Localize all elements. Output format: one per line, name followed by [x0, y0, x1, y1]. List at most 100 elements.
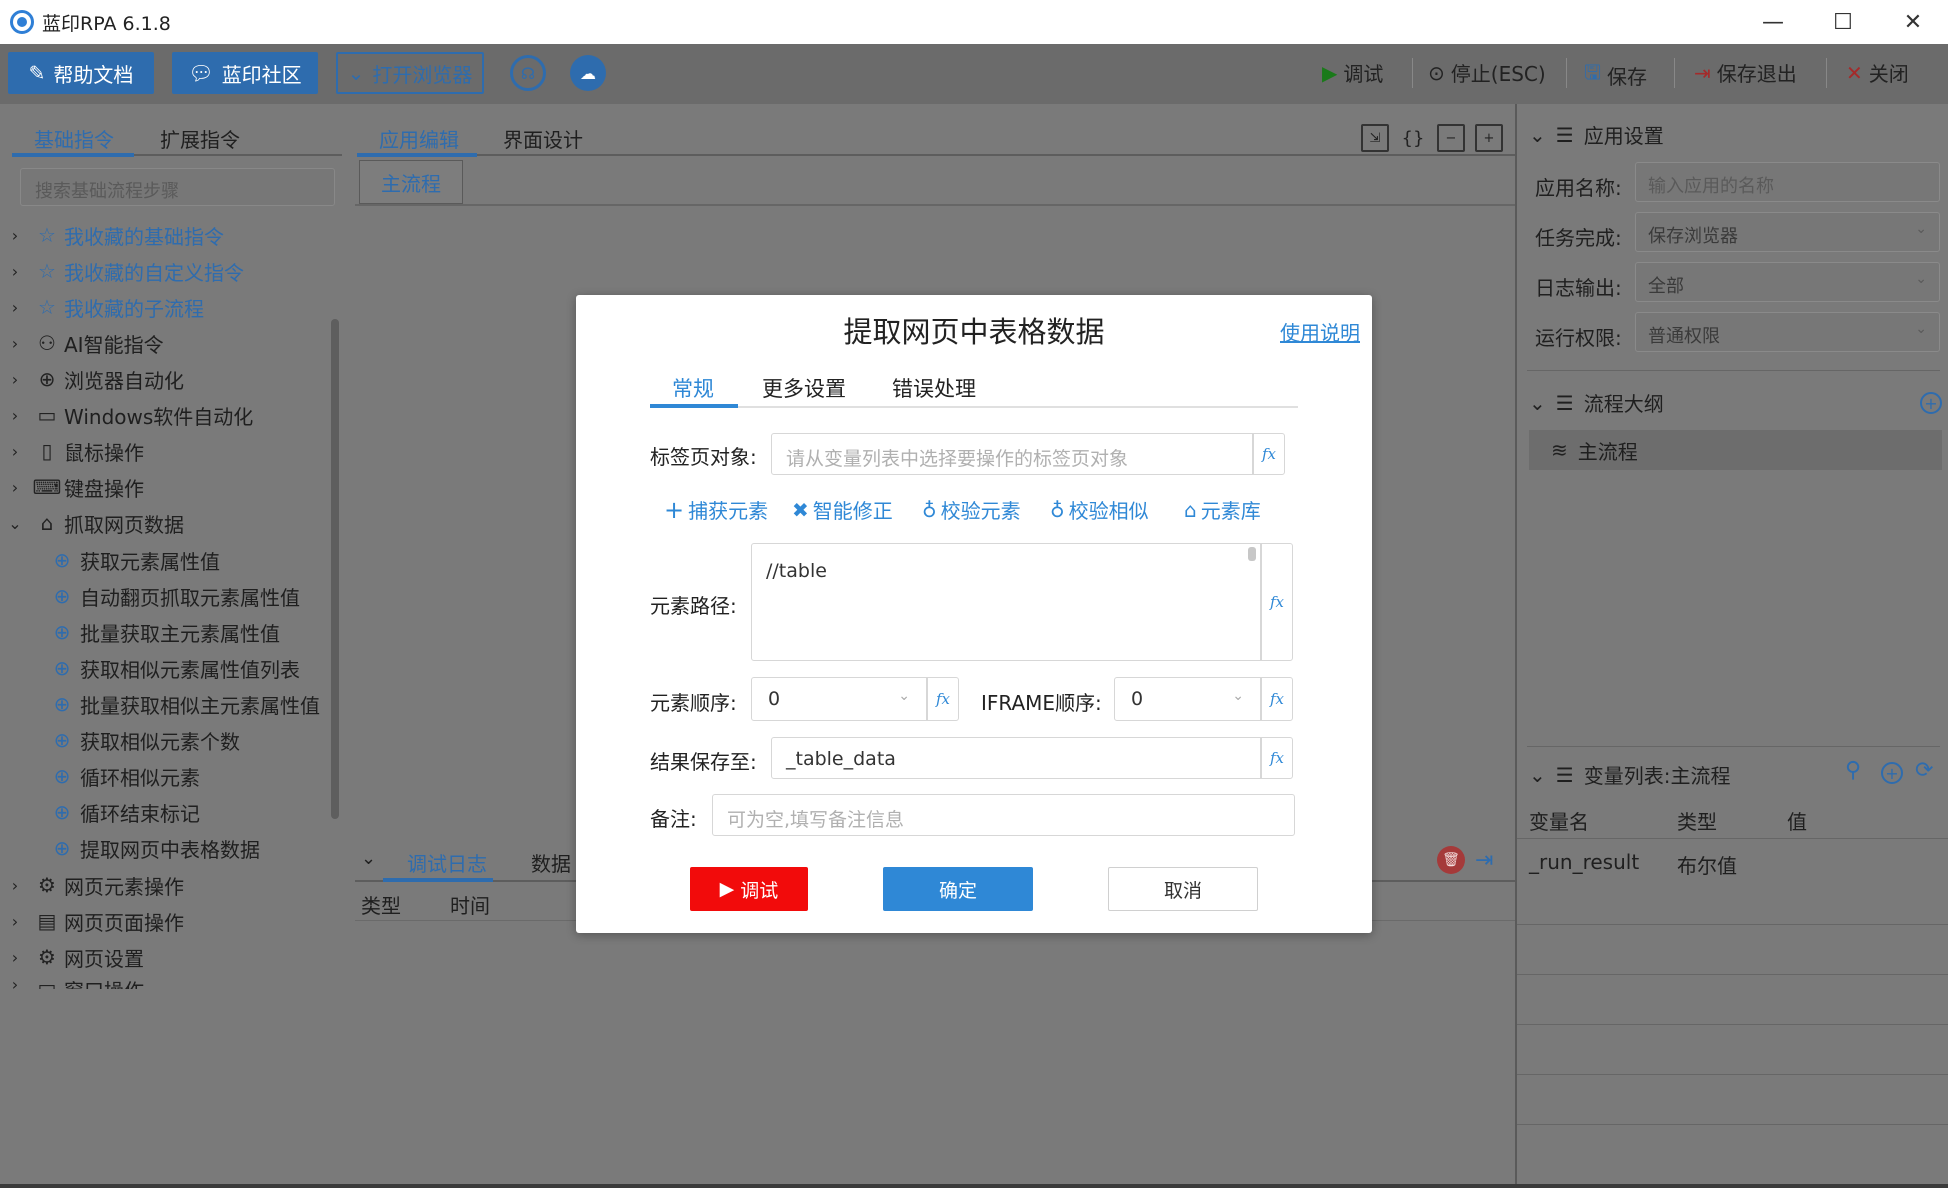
validate-similar-button[interactable]: ♁ 校验相似 — [1050, 495, 1149, 524]
close-button[interactable]: ✕ 关闭 — [1846, 58, 1909, 87]
tab-general[interactable]: 常规 — [672, 373, 714, 403]
tree-item-ai[interactable]: › ⚇ AI智能指令 — [0, 325, 164, 361]
tree-item-page-ops[interactable]: › ▤ 网页页面操作 — [0, 903, 184, 939]
tab-main-flow[interactable]: 主流程 — [359, 160, 463, 204]
export-icon[interactable]: ⇥ — [1475, 848, 1493, 873]
help-link[interactable]: 使用说明 — [1280, 317, 1360, 346]
add-variable-icon[interactable]: + — [1881, 762, 1903, 784]
tree-child-item[interactable]: ⊕ 获取相似元素属性值列表 — [44, 650, 300, 686]
headset-icon[interactable]: ☊ — [510, 55, 546, 91]
fx-icon[interactable]: fx — [1261, 737, 1293, 779]
run-perm-select[interactable]: 普通权限 ⌄ — [1635, 312, 1940, 352]
tree-item-keyboard[interactable]: › ⌨ 键盘操作 — [0, 469, 144, 505]
run-perm-label: 运行权限: — [1535, 326, 1622, 350]
validate-element-button[interactable]: ♁ 校验元素 — [922, 495, 1021, 524]
outline-header[interactable]: ⌄ ☰ 流程大纲 — [1529, 388, 1664, 417]
note-input[interactable]: 可为空,填写备注信息 — [712, 794, 1295, 836]
tab-error-handling[interactable]: 错误处理 — [892, 373, 976, 403]
tree-child-item[interactable]: ⊕ 获取相似元素个数 — [44, 722, 240, 758]
iframe-order-select[interactable]: 0 ⌄ — [1114, 677, 1261, 721]
save-result-input[interactable]: _table_data — [771, 737, 1261, 779]
tab-debug-log[interactable]: 调试日志 — [407, 848, 487, 877]
tree-child-item[interactable]: ⊕ 批量获取相似主元素属性值 — [44, 686, 320, 722]
log-col-time: 时间 — [450, 894, 490, 918]
refresh-icon[interactable]: ⟳ — [1915, 758, 1933, 783]
save-exit-button[interactable]: ⇥ 保存退出 — [1694, 58, 1797, 87]
play-icon: ▶ — [1322, 60, 1338, 85]
tree-child-item[interactable]: ⊕ 循环相似元素 — [44, 758, 200, 794]
tree-item-window-ops[interactable]: › ▭ 窗口操作 — [0, 975, 144, 989]
tree-item-fav-custom[interactable]: › ☆ 我收藏的自定义指令 — [0, 253, 244, 289]
help-docs-button[interactable]: ✎ 帮助文档 — [8, 52, 154, 94]
task-done-select[interactable]: 保存浏览器 ⌄ — [1635, 212, 1940, 252]
chevron-down-icon[interactable]: ⌄ — [361, 848, 376, 869]
stop-button[interactable]: ⊙ 停止(ESC) — [1428, 58, 1546, 87]
tab-data-view[interactable]: 数据查 — [531, 848, 571, 877]
task-done-label: 任务完成: — [1535, 226, 1622, 250]
tree-item-fav-subflow[interactable]: › ☆ 我收藏的子流程 — [0, 289, 204, 325]
tree-child-item[interactable]: ⊕ 循环结束标记 — [44, 794, 200, 830]
confirm-button[interactable]: 确定 — [883, 867, 1033, 911]
tree-item-element-ops[interactable]: › ⚙ 网页元素操作 — [0, 867, 184, 903]
cloud-icon[interactable]: ☁ — [570, 55, 606, 91]
window-title: 蓝印RPA 6.1.8 — [42, 12, 171, 35]
outline-item-main-flow[interactable]: ≋ 主流程 — [1529, 430, 1942, 470]
trash-icon[interactable]: 🗑︎ — [1437, 846, 1465, 874]
save-button[interactable]: 🖫︎ 保存 — [1584, 58, 1647, 92]
chevron-down-icon: ⌄ — [1529, 762, 1546, 787]
tab-extended-commands[interactable]: 扩展指令 — [160, 124, 240, 153]
var-list-header[interactable]: ⌄ ☰ 变量列表:主流程 — [1529, 760, 1730, 789]
fx-icon[interactable]: fx — [1253, 433, 1285, 475]
code-icon[interactable]: {} — [1399, 124, 1427, 152]
debug-button[interactable]: ▶ 调试 — [1322, 58, 1383, 87]
bulb-icon: ♁ — [1050, 497, 1065, 522]
plus-circle-icon: ⊕ — [53, 764, 71, 788]
add-flow-icon[interactable]: + — [1920, 392, 1942, 414]
tab-ui-design[interactable]: 界面设计 — [503, 124, 583, 153]
fx-icon[interactable]: fx — [1261, 677, 1293, 721]
tree-item-fav-basic[interactable]: › ☆ 我收藏的基础指令 — [0, 217, 224, 253]
sidebar-scrollbar[interactable] — [331, 319, 339, 819]
textarea-scrollbar[interactable] — [1248, 547, 1256, 561]
window-icon: ▤ — [37, 909, 57, 933]
tree-item-mouse[interactable]: › ▯ 鼠标操作 — [0, 433, 144, 469]
tree-item-windows[interactable]: › ▭ Windows软件自动化 — [0, 397, 253, 433]
tree-item-browser[interactable]: › ⊕ 浏览器自动化 — [0, 361, 184, 397]
close-window-button[interactable]: ✕ — [1878, 0, 1948, 44]
tab-app-edit[interactable]: 应用编辑 — [379, 124, 459, 153]
tab-basic-commands[interactable]: 基础指令 — [34, 124, 114, 153]
minimize-button[interactable]: — — [1738, 0, 1808, 44]
tree-item-page-settings[interactable]: › ⚙ 网页设置 — [0, 939, 144, 975]
app-name-input[interactable]: 输入应用的名称 — [1635, 162, 1940, 202]
collapse-icon[interactable]: − — [1437, 124, 1465, 152]
filter-icon[interactable]: ⚲ — [1845, 758, 1861, 783]
open-browser-button[interactable]: ⌄ 打开浏览器 — [336, 52, 484, 94]
fx-icon[interactable]: fx — [1261, 543, 1293, 661]
tab-object-input[interactable]: 请从变量列表中选择要操作的标签页对象 — [771, 433, 1253, 475]
tab-more-settings[interactable]: 更多设置 — [762, 373, 846, 403]
smart-fix-button[interactable]: ✖ 智能修正 — [792, 495, 893, 524]
element-order-select[interactable]: 0 ⌄ — [751, 677, 927, 721]
log-output-select[interactable]: 全部 ⌄ — [1635, 262, 1940, 302]
element-path-textarea[interactable]: //table — [751, 543, 1261, 661]
list-icon: ☰ — [1555, 762, 1574, 787]
maximize-button[interactable]: ☐ — [1808, 0, 1878, 44]
mouse-icon: ▯ — [41, 439, 53, 463]
dialog-debug-button[interactable]: ▶ 调试 — [690, 867, 808, 911]
tree-item-scrape[interactable]: ⌄ ⌂ 抓取网页数据 — [0, 505, 184, 541]
tree-child-item[interactable]: ⊕ 获取元素属性值 — [44, 542, 220, 578]
tree-item-label: Windows软件自动化 — [64, 404, 254, 429]
tree-child-item[interactable]: ⊕ 批量获取主元素属性值 — [44, 614, 280, 650]
fx-icon[interactable]: fx — [927, 677, 959, 721]
command-search-input[interactable]: 搜索基础流程步骤 — [20, 168, 335, 206]
capture-element-button[interactable]: + 捕获元素 — [664, 495, 768, 524]
tree-child-item[interactable]: ⊕ 提取网页中表格数据 — [44, 830, 260, 866]
element-library-button[interactable]: ⌂ 元素库 — [1184, 495, 1261, 524]
var-row-name[interactable]: _run_result — [1529, 850, 1639, 874]
app-settings-header[interactable]: ⌄ ☰ 应用设置 — [1529, 120, 1664, 149]
community-button[interactable]: 💬︎ 蓝印社区 — [172, 52, 318, 94]
expand-icon[interactable]: + — [1475, 124, 1503, 152]
cancel-button[interactable]: 取消 — [1108, 867, 1258, 911]
tree-child-item[interactable]: ⊕ 自动翻页抓取元素属性值 — [44, 578, 300, 614]
import-icon[interactable]: ⇲ — [1361, 124, 1389, 152]
